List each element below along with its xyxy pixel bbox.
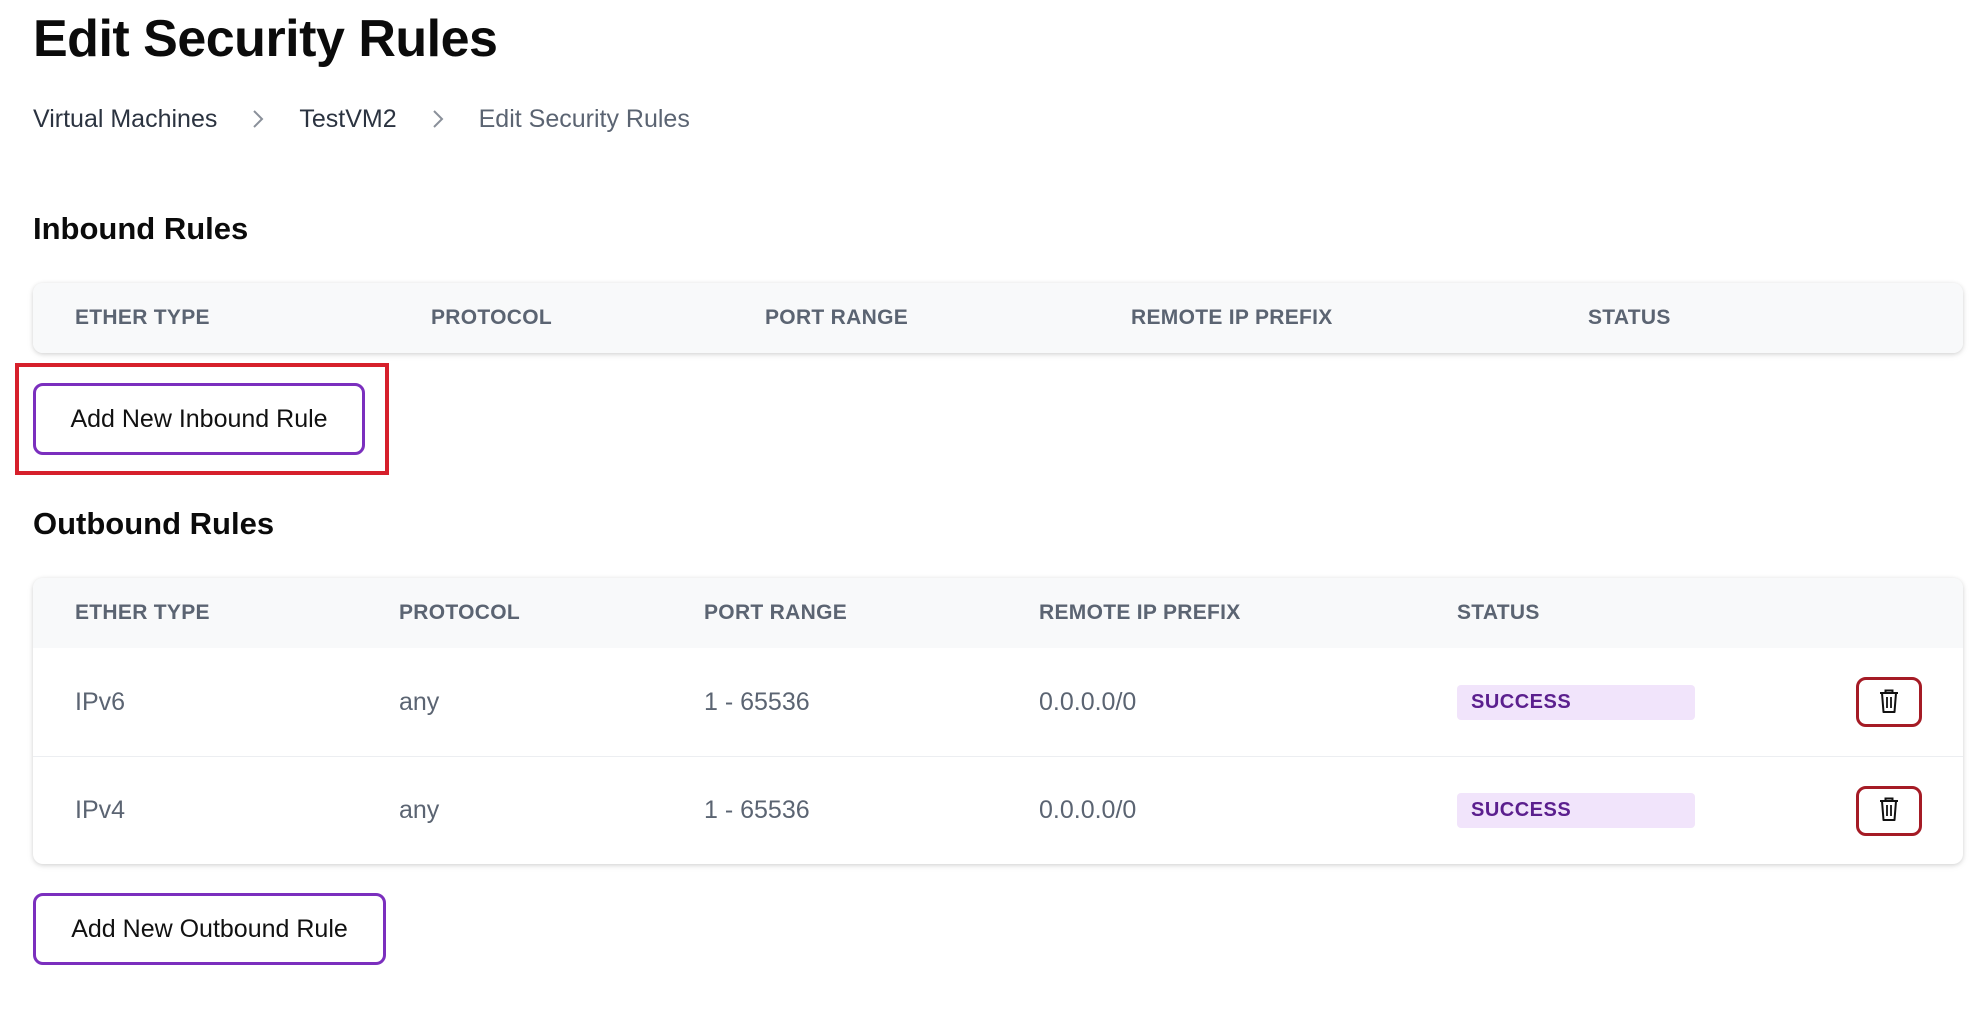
delete-rule-button[interactable] <box>1856 785 1922 836</box>
page-title: Edit Security Rules <box>33 10 498 68</box>
status-badge: SUCCESS <box>1457 684 1695 720</box>
inbound-table-header: ETHER TYPE PROTOCOL PORT RANGE REMOTE IP… <box>33 283 1963 353</box>
cell-port-range: 1 - 65536 <box>704 687 810 716</box>
add-inbound-rule-button[interactable]: Add New Inbound Rule <box>33 383 365 455</box>
cell-ether-type: IPv6 <box>75 687 126 716</box>
outbound-rules-title: Outbound Rules <box>33 506 275 541</box>
column-header-port-range: PORT RANGE <box>765 306 909 329</box>
outbound-table-header: ETHER TYPE PROTOCOL PORT RANGE REMOTE IP… <box>33 578 1963 648</box>
column-header-protocol: PROTOCOL <box>399 601 521 624</box>
edit-security-rules-page: Edit Security Rules Virtual Machines Tes… <box>0 0 1988 1015</box>
add-outbound-rule-container: Add New Outbound Rule <box>33 893 1955 965</box>
column-header-status: STATUS <box>1588 306 1671 329</box>
cell-ether-type: IPv4 <box>75 796 126 824</box>
column-header-ether-type: ETHER TYPE <box>75 601 210 624</box>
column-header-protocol: PROTOCOL <box>431 306 553 329</box>
delete-rule-button[interactable] <box>1856 677 1922 727</box>
trash-icon <box>1878 796 1900 825</box>
breadcrumb-item-virtual-machines[interactable]: Virtual Machines <box>33 105 217 134</box>
cell-actions <box>1833 785 1963 836</box>
column-header-remote-ip-prefix: REMOTE IP PREFIX <box>1039 601 1241 624</box>
table-row: IPv6 any 1 - 65536 0.0.0.0/0 SUCCESS <box>33 648 1963 756</box>
column-header-status: STATUS <box>1457 601 1540 624</box>
breadcrumb-item-testvm2[interactable]: TestVM2 <box>299 105 396 134</box>
cell-remote-ip-prefix: 0.0.0.0/0 <box>1039 796 1137 824</box>
column-header-ether-type: ETHER TYPE <box>75 306 210 329</box>
outbound-table-body: IPv6 any 1 - 65536 0.0.0.0/0 SUCCESS IPv… <box>33 648 1963 864</box>
cell-protocol: any <box>399 687 440 716</box>
status-badge: SUCCESS <box>1457 793 1695 828</box>
column-header-port-range: PORT RANGE <box>704 601 848 624</box>
outbound-rules-table: ETHER TYPE PROTOCOL PORT RANGE REMOTE IP… <box>33 578 1963 864</box>
cell-protocol: any <box>399 796 440 824</box>
cell-status: SUCCESS <box>1415 793 1833 828</box>
cell-remote-ip-prefix: 0.0.0.0/0 <box>1039 687 1137 716</box>
cell-status: SUCCESS <box>1415 684 1833 720</box>
cell-port-range: 1 - 65536 <box>704 796 810 824</box>
breadcrumb-item-current: Edit Security Rules <box>478 104 690 133</box>
cell-actions <box>1833 677 1963 727</box>
table-row: IPv4 any 1 - 65536 0.0.0.0/0 SUCCESS <box>33 756 1963 864</box>
chevron-right-icon <box>397 108 479 130</box>
chevron-right-icon <box>217 108 299 130</box>
column-header-remote-ip-prefix: REMOTE IP PREFIX <box>1131 306 1333 329</box>
add-outbound-rule-button[interactable]: Add New Outbound Rule <box>33 893 386 965</box>
add-inbound-rule-container: Add New Inbound Rule <box>15 363 1955 475</box>
trash-icon <box>1878 688 1900 717</box>
inbound-rules-table: ETHER TYPE PROTOCOL PORT RANGE REMOTE IP… <box>33 283 1963 353</box>
inbound-rules-title: Inbound Rules <box>33 211 249 246</box>
breadcrumb: Virtual Machines TestVM2 Edit Security R… <box>33 82 1955 156</box>
